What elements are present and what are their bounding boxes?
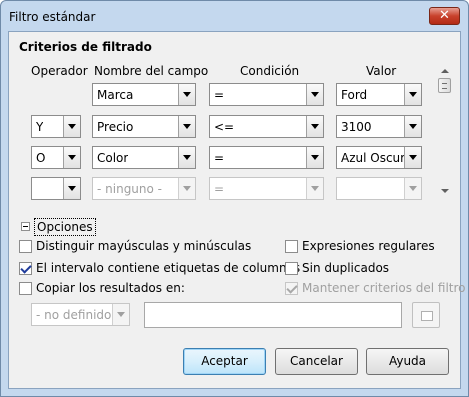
chevron-down-icon (306, 116, 323, 137)
operator-select-3[interactable]: O (31, 146, 81, 169)
case-sensitive-checkbox[interactable] (19, 240, 32, 253)
chevron-down-icon (404, 84, 421, 105)
condition-select-4[interactable]: = (209, 177, 324, 200)
header-condition: Condición (240, 64, 300, 78)
condition-select-3[interactable]: = (209, 146, 324, 169)
copy-target-select-value: - no definido - (36, 308, 120, 322)
close-icon: ✕ (439, 8, 450, 23)
options-toggle[interactable]: Opciones (34, 218, 96, 236)
condition-select-1[interactable]: = (209, 83, 324, 106)
chevron-down-icon (63, 116, 80, 137)
field-select-4[interactable]: - ninguno - (92, 177, 196, 200)
chevron-down-icon (112, 304, 129, 325)
value-select-4[interactable] (336, 177, 422, 200)
condition-select-2-value: <= (214, 120, 235, 134)
keep-criteria-checkbox[interactable] (285, 282, 298, 295)
regex-label: Expresiones regulares (302, 239, 435, 253)
header-value: Valor (366, 64, 397, 78)
value-select-2[interactable]: 3100 (336, 115, 422, 138)
copy-results-label: Copiar los resultados en: (36, 281, 185, 295)
case-sensitive-label: Distinguir mayúsculas y minúsculas (36, 239, 252, 253)
chevron-down-icon (178, 116, 195, 137)
condition-select-1-value: = (214, 88, 225, 102)
header-range-label: El intervalo contiene etiquetas de colum… (36, 261, 301, 275)
cancel-button[interactable]: Cancelar (275, 348, 358, 375)
value-select-3[interactable]: Azul Oscuro (336, 146, 422, 169)
regex-checkbox[interactable] (285, 240, 298, 253)
no-duplicates-label: Sin duplicados (302, 261, 390, 275)
operator-select-3-value: O (36, 151, 46, 165)
help-button[interactable]: Ayuda (366, 348, 449, 375)
chevron-down-icon (178, 84, 195, 105)
operator-select-4[interactable] (31, 177, 81, 200)
value-select-1[interactable]: Ford (336, 83, 422, 106)
chevron-down-icon (306, 178, 323, 199)
condition-select-4-value: = (214, 182, 225, 196)
no-duplicates-checkbox[interactable] (285, 262, 298, 275)
copy-results-checkbox[interactable] (19, 282, 32, 295)
window-title: Filtro estándar (9, 10, 96, 24)
shrink-dialog-icon[interactable] (412, 302, 440, 328)
operator-select-2-value: Y (36, 120, 44, 134)
chevron-down-icon (306, 147, 323, 168)
chevron-down-icon (404, 147, 421, 168)
copy-target-select[interactable]: - no definido - (31, 303, 130, 326)
copy-target-input[interactable] (144, 302, 402, 328)
scroll-up-icon[interactable] (437, 66, 452, 76)
criteria-scrollbar[interactable] (437, 66, 452, 196)
value-select-2-value: 3100 (341, 120, 372, 134)
value-select-1-value: Ford (341, 88, 368, 102)
section-title: Criterios de filtrado (19, 40, 152, 54)
condition-select-3-value: = (214, 151, 225, 165)
header-field: Nombre del campo (94, 64, 209, 78)
dialog-body: Criterios de filtrado Operador Nombre de… (8, 31, 466, 389)
condition-select-2[interactable]: <= (209, 115, 324, 138)
field-select-2[interactable]: Precio (92, 115, 196, 138)
chevron-down-icon (63, 147, 80, 168)
title-bar[interactable]: Filtro estándar ✕ (1, 1, 468, 31)
field-select-3-value: Color (97, 151, 129, 165)
chevron-down-icon (63, 178, 80, 199)
header-range-checkbox[interactable] (19, 262, 32, 275)
field-select-3[interactable]: Color (92, 146, 196, 169)
chevron-down-icon (178, 147, 195, 168)
chevron-down-icon (404, 178, 421, 199)
operator-select-2[interactable]: Y (31, 115, 81, 138)
chevron-down-icon (178, 178, 195, 199)
header-operator: Operador (31, 64, 88, 78)
chevron-down-icon (404, 116, 421, 137)
keep-criteria-label: Mantener criterios del filtro (302, 281, 466, 295)
scroll-down-icon[interactable] (437, 186, 452, 196)
field-select-1-value: Marca (97, 88, 134, 102)
collapse-minus-icon[interactable] (21, 222, 30, 231)
field-select-4-value: - ninguno - (97, 182, 163, 196)
dialog-window: Filtro estándar ✕ Criterios de filtrado … (0, 0, 469, 397)
field-select-1[interactable]: Marca (92, 83, 196, 106)
close-button[interactable]: ✕ (429, 7, 460, 25)
value-select-3-value: Azul Oscuro (341, 151, 413, 165)
chevron-down-icon (306, 84, 323, 105)
field-select-2-value: Precio (97, 120, 134, 134)
scroll-thumb[interactable] (438, 78, 451, 93)
accept-button[interactable]: Aceptar (183, 348, 266, 375)
